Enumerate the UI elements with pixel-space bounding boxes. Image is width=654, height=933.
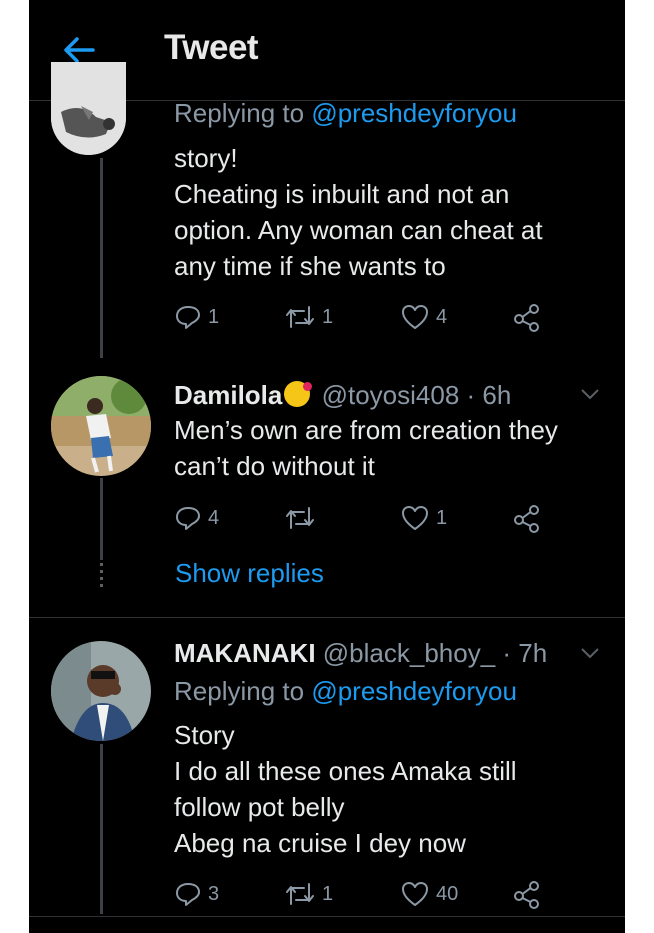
thread-line xyxy=(100,478,103,560)
show-replies-link[interactable]: Show replies xyxy=(175,558,324,589)
share-button[interactable] xyxy=(512,877,548,911)
thread-line xyxy=(100,744,103,914)
like-icon xyxy=(402,305,428,329)
share-icon xyxy=(514,304,539,332)
replying-label: Replying to xyxy=(174,676,305,706)
replying-label: Replying to xyxy=(174,98,305,128)
share-icon xyxy=(514,505,539,533)
share-button[interactable] xyxy=(512,501,548,535)
retweet-button[interactable]: 1 xyxy=(284,877,333,911)
author-name[interactable]: Damilola xyxy=(174,380,282,410)
retweet-count: 1 xyxy=(322,305,334,328)
author-handle[interactable]: @toyosi408 xyxy=(322,380,460,410)
thread-line xyxy=(100,158,103,358)
tweet-text: story! Cheating is inbuilt and not an op… xyxy=(174,140,543,284)
tweet-line: follow pot belly xyxy=(174,792,345,822)
retweet-icon xyxy=(286,507,314,529)
tweet-line: Men’s own are from creation they xyxy=(174,415,558,445)
tweet-line: Story xyxy=(174,720,235,750)
tweet-divider xyxy=(29,617,625,618)
tweet-line: option. Any woman can cheat at xyxy=(174,215,543,245)
retweet-button[interactable] xyxy=(284,501,322,535)
replying-to: Replying to @preshdeyforyou xyxy=(174,96,517,130)
tweet-time: · 7h xyxy=(502,638,548,668)
like-icon xyxy=(402,506,428,530)
share-button[interactable] xyxy=(512,300,548,334)
retweet-icon xyxy=(286,306,314,328)
tweet-actions: 3 1 40 xyxy=(174,877,574,911)
like-count: 40 xyxy=(436,882,459,905)
tweet-line: story! xyxy=(174,143,238,173)
author-name[interactable]: MAKANAKI xyxy=(174,638,316,668)
retweet-icon xyxy=(286,883,314,905)
tweet-line: Cheating is inbuilt and not an xyxy=(174,179,510,209)
avatar[interactable] xyxy=(51,62,126,155)
chevron-down-icon[interactable] xyxy=(580,646,600,660)
reply-count: 3 xyxy=(208,882,220,905)
chevron-down-icon[interactable] xyxy=(580,387,600,401)
retweet-count: 1 xyxy=(322,882,334,905)
page-title: Tweet xyxy=(164,28,259,67)
replying-handle-link[interactable]: @preshdeyforyou xyxy=(311,676,517,706)
tweet-line: can’t do without it xyxy=(174,451,375,481)
like-count: 4 xyxy=(436,305,448,328)
like-button[interactable]: 40 xyxy=(400,877,458,911)
tweet-author-line: MAKANAKI @black_bhoy_ · 7h xyxy=(174,636,547,670)
reply-button[interactable]: 1 xyxy=(174,300,219,334)
tweet-divider xyxy=(29,916,625,917)
reply-icon xyxy=(176,507,200,530)
tweet-screen: Tweet Replying to @preshdeyforyou story!… xyxy=(29,0,625,933)
reply-button[interactable]: 3 xyxy=(174,877,219,911)
replying-handle-link[interactable]: @preshdeyforyou xyxy=(311,98,517,128)
reply-icon xyxy=(176,883,200,906)
tweet-actions: 4 1 xyxy=(174,501,574,535)
avatar[interactable] xyxy=(51,641,151,741)
tweet-line: any time if she wants to xyxy=(174,251,446,281)
author-handle[interactable]: @black_bhoy_ xyxy=(323,638,495,668)
like-icon xyxy=(402,882,428,906)
reply-icon xyxy=(176,306,200,329)
tweet-time: · 6h xyxy=(466,380,512,410)
retweet-button[interactable]: 1 xyxy=(284,300,333,334)
tweet-actions: 1 1 4 xyxy=(174,300,574,334)
reply-count: 1 xyxy=(208,305,220,328)
like-button[interactable]: 1 xyxy=(400,501,447,535)
kiss-emoji-icon xyxy=(284,381,313,407)
tweet-line: I do all these ones Amaka still xyxy=(174,756,517,786)
tweet-line: Abeg na cruise I dey now xyxy=(174,828,466,858)
tweet-text: Story I do all these ones Amaka still fo… xyxy=(174,717,517,861)
tweet-author-line: Damilola @toyosi408 · 6h xyxy=(174,378,511,412)
avatar[interactable] xyxy=(51,376,151,476)
reply-count: 4 xyxy=(208,506,220,529)
thread-dots xyxy=(100,563,103,591)
like-count: 1 xyxy=(436,506,448,529)
replying-to: Replying to @preshdeyforyou xyxy=(174,674,517,708)
share-icon xyxy=(514,881,539,909)
tweet-text: Men’s own are from creation they can’t d… xyxy=(174,412,558,484)
like-button[interactable]: 4 xyxy=(400,300,447,334)
reply-button[interactable]: 4 xyxy=(174,501,219,535)
